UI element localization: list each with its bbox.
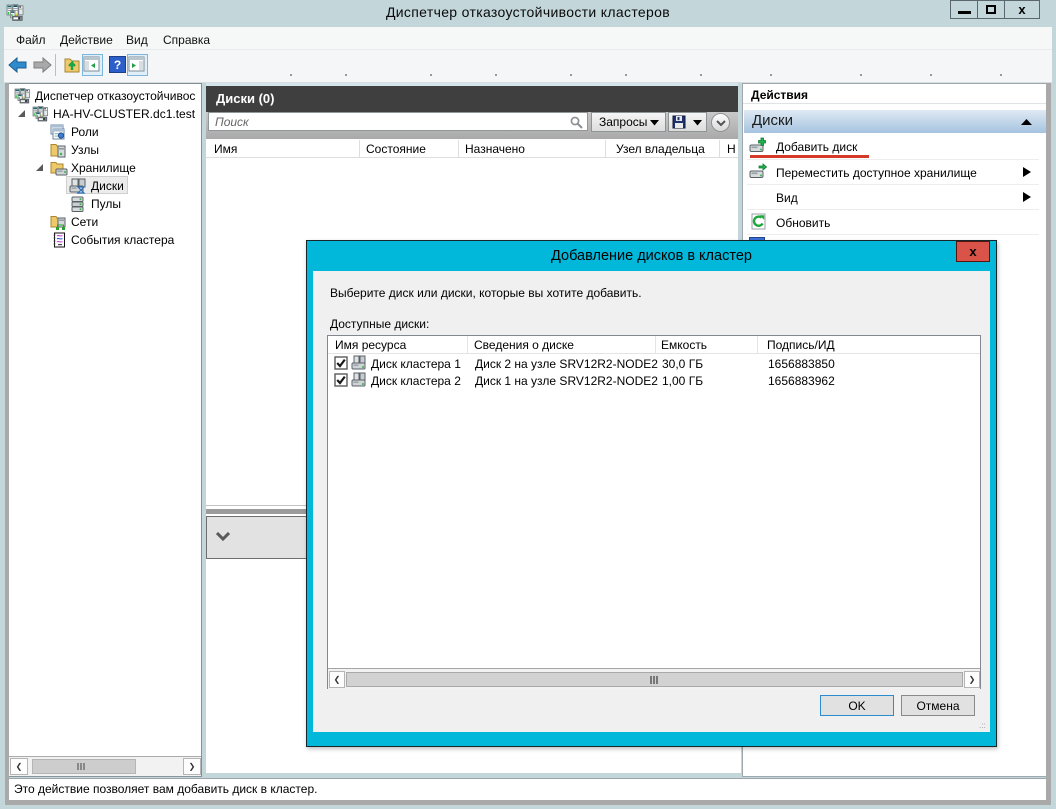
svg-text:?: ? (114, 58, 121, 72)
